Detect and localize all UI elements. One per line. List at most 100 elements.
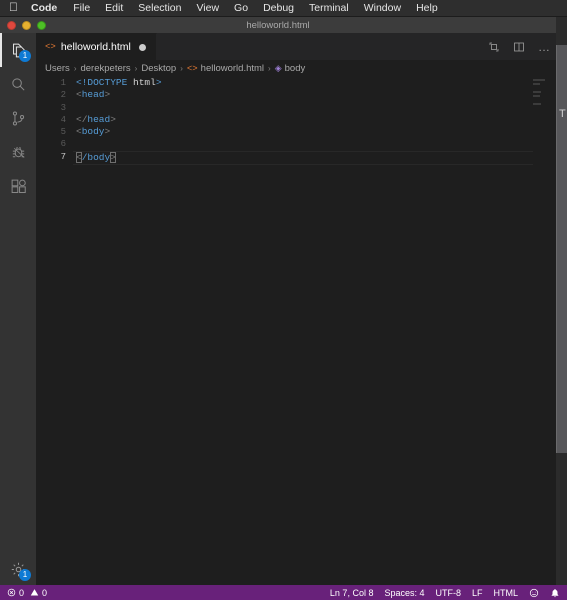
- menu-item-window[interactable]: Window: [364, 2, 401, 14]
- smiley-icon[interactable]: [529, 588, 539, 598]
- menu-item-help[interactable]: Help: [416, 2, 438, 14]
- code-token: body: [81, 126, 105, 138]
- warning-count: 0: [42, 587, 48, 598]
- code-token: >: [104, 89, 111, 101]
- error-icon: [7, 588, 16, 597]
- error-count: 0: [19, 587, 25, 598]
- screen: T  Code File Edit Selection View Go Deb…: [0, 0, 567, 600]
- breadcrumb-item-helloworld-html[interactable]: <> helloworld.html: [187, 63, 264, 74]
- menu-item-terminal[interactable]: Terminal: [309, 2, 349, 14]
- code-line[interactable]: 7 </body>: [36, 150, 556, 166]
- code-line[interactable]: 5 <body>: [36, 126, 556, 138]
- background-window-letter: T: [559, 108, 566, 120]
- breadcrumb-separator: ›: [73, 64, 77, 73]
- extensions-icon: [11, 179, 26, 193]
- code-token: >: [110, 113, 116, 125]
- window-title-bar: helloworld.html: [0, 17, 556, 33]
- status-language-mode[interactable]: HTML: [494, 588, 519, 598]
- sidebar-item-explorer[interactable]: 1: [0, 33, 36, 67]
- traffic-lights: [0, 20, 46, 30]
- status-problems[interactable]: 0 0: [7, 588, 47, 598]
- menu-item-go[interactable]: Go: [234, 2, 248, 14]
- line-number: 4: [60, 114, 66, 125]
- more-actions-icon[interactable]: …: [537, 40, 551, 54]
- zoom-button[interactable]: [37, 20, 46, 30]
- bell-icon[interactable]: [550, 588, 560, 598]
- html-file-icon: <>: [45, 42, 56, 52]
- code-line[interactable]: 6: [36, 138, 556, 150]
- sidebar-item-search[interactable]: [0, 67, 36, 101]
- tab-bar: <> helloworld.html …: [36, 33, 556, 60]
- line-content: <!DOCTYPE html>: [76, 77, 162, 89]
- apple-icon[interactable]: : [9, 1, 18, 13]
- line-content: </head>: [76, 114, 116, 126]
- open-preview-icon[interactable]: [487, 40, 501, 54]
- warning-icon: [30, 588, 39, 597]
- status-indentation[interactable]: Spaces: 4: [384, 588, 424, 598]
- code-token: /body: [81, 151, 111, 163]
- code-token: head: [81, 89, 105, 101]
- background-window-sliver[interactable]: T: [556, 45, 567, 453]
- status-encoding[interactable]: UTF-8: [435, 588, 461, 598]
- split-editor-icon[interactable]: [512, 40, 526, 54]
- debug-icon: [12, 146, 24, 158]
- activity-bar: 1 1: [0, 33, 36, 588]
- line-content: </body>: [76, 150, 116, 164]
- line-content: <body>: [76, 126, 110, 138]
- status-bar-left: 0 0: [0, 588, 47, 598]
- menu-item-file[interactable]: File: [73, 2, 90, 14]
- editor-group: <> helloworld.html … Users › derekpeters…: [36, 33, 556, 588]
- editor-actions: …: [487, 33, 551, 60]
- code-line[interactable]: 3: [36, 102, 556, 114]
- breadcrumb-label: Desktop: [141, 63, 177, 74]
- text-cursor: [114, 150, 116, 161]
- tab-helloworld-html[interactable]: <> helloworld.html: [36, 33, 157, 60]
- sidebar-item-source-control[interactable]: [0, 101, 36, 135]
- code-line[interactable]: 2 <head>: [36, 89, 556, 101]
- status-eol[interactable]: LF: [472, 588, 483, 598]
- minimize-button[interactable]: [22, 20, 31, 30]
- close-button[interactable]: [7, 20, 16, 30]
- line-number: 5: [60, 127, 66, 138]
- code-token: <!DOCTYPE: [76, 77, 134, 88]
- menu-item-debug[interactable]: Debug: [263, 2, 294, 14]
- symbol-field-icon: ◈: [274, 63, 282, 73]
- status-bar: 0 0 Ln 7, Col 8 Spaces: 4 UTF-8 LF HTML: [0, 585, 567, 600]
- line-content: <head>: [76, 89, 110, 101]
- breadcrumb-item-derekpeters[interactable]: derekpeters: [80, 63, 130, 74]
- line-number: 7: [60, 151, 66, 162]
- menu-item-edit[interactable]: Edit: [105, 2, 123, 14]
- breadcrumb-label: helloworld.html: [200, 63, 265, 74]
- search-icon: [11, 77, 25, 91]
- code-line[interactable]: 1 <!DOCTYPE html>: [36, 77, 556, 89]
- breadcrumb-label: Users: [45, 63, 70, 74]
- menu-item-selection[interactable]: Selection: [138, 2, 181, 14]
- code-token: >: [104, 126, 111, 138]
- code-token: head: [87, 113, 111, 125]
- sidebar-item-extensions[interactable]: [0, 169, 36, 203]
- minimap[interactable]: [532, 77, 546, 588]
- breadcrumb-item-body[interactable]: ◈ body: [275, 63, 306, 74]
- code-line[interactable]: 4 </head>: [36, 114, 556, 126]
- breadcrumb-item-desktop[interactable]: Desktop: [141, 63, 176, 74]
- breadcrumb: Users › derekpeters › Desktop › <> hello…: [36, 60, 556, 77]
- tab-dirty-indicator[interactable]: [138, 43, 146, 51]
- line-number: 6: [60, 139, 66, 150]
- manage-settings-button[interactable]: 1: [0, 552, 36, 586]
- code-token: >: [155, 77, 162, 88]
- line-number: 3: [60, 102, 66, 113]
- breadcrumb-item-users[interactable]: Users: [45, 63, 70, 74]
- explorer-badge: 1: [19, 50, 31, 62]
- breadcrumb-label: body: [284, 63, 306, 74]
- code-editor[interactable]: 1 <!DOCTYPE html> 2 <head> 3 4 </head> 5 <body> 6…: [36, 77, 556, 588]
- menu-item-code[interactable]: Code: [31, 2, 57, 14]
- vscode-window: helloworld.html 1 1 <> helloworld.html ……: [0, 17, 556, 600]
- source-control-icon: [12, 110, 24, 126]
- editor-vertical-scrollbar[interactable]: [546, 77, 556, 588]
- macos-menu-bar:  Code File Edit Selection View Go Debug…: [0, 0, 567, 17]
- window-title: helloworld.html: [246, 19, 310, 31]
- status-cursor-position[interactable]: Ln 7, Col 8: [330, 588, 374, 598]
- menu-item-view[interactable]: View: [196, 2, 219, 14]
- line-number: 1: [60, 78, 66, 88]
- sidebar-item-run-and-debug[interactable]: [0, 135, 36, 169]
